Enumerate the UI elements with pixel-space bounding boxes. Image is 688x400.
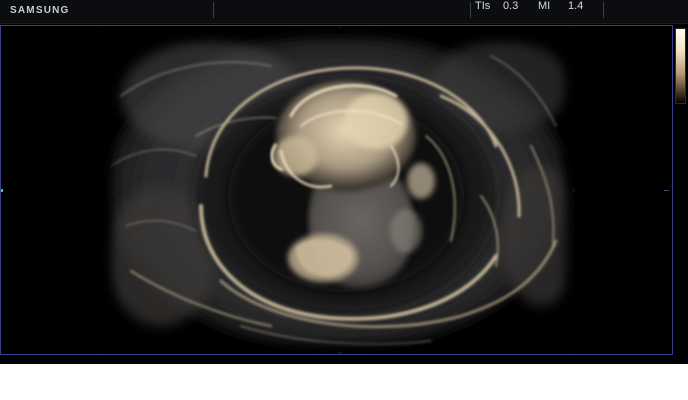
- ultrasound-display: SAMSUNG TIs 0.3 MI 1.4: [0, 0, 688, 364]
- header-divider: [213, 2, 214, 18]
- mi-value: 1.4: [568, 0, 584, 12]
- mi-label: MI: [538, 0, 551, 12]
- left-marker: [1, 189, 3, 192]
- brand-logo: SAMSUNG: [10, 5, 70, 16]
- header-divider: [470, 2, 471, 18]
- tis-value: 0.3: [503, 0, 519, 12]
- color-scale-bar: [675, 28, 686, 104]
- volume-viewport[interactable]: [0, 25, 673, 355]
- tis-label: TIs: [475, 0, 491, 12]
- header-divider: [603, 2, 604, 18]
- blank-footer: [0, 364, 688, 400]
- header-bar: SAMSUNG TIs 0.3 MI 1.4: [0, 0, 688, 24]
- rendered-fetal-volume: [101, 26, 575, 354]
- right-edge-tick: [664, 190, 669, 191]
